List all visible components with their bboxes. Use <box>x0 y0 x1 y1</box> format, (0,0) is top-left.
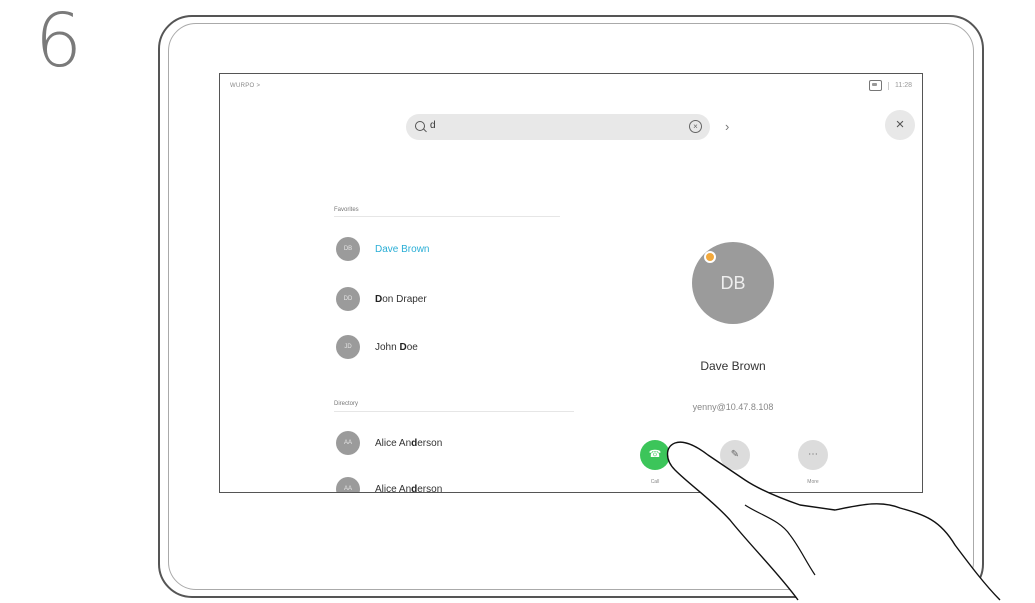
contact-detail-name: Dave Brown <box>700 359 766 373</box>
call-button[interactable]: ☎ <box>640 440 670 470</box>
favorite-star-icon <box>704 251 716 263</box>
search-input[interactable] <box>430 120 670 131</box>
phone-icon: ☎ <box>648 449 662 460</box>
favorite-item-john-doe[interactable]: JD John Doe <box>336 335 418 359</box>
step-number: 6 <box>35 0 83 84</box>
edit-button[interactable]: ✎ <box>720 440 750 470</box>
avatar: JD <box>336 335 360 359</box>
chevron-right-icon[interactable]: › <box>725 119 729 134</box>
clear-search-icon[interactable]: × <box>689 120 702 133</box>
more-button[interactable]: ⋯ <box>798 440 828 470</box>
directory-divider <box>334 411 574 412</box>
contact-name: Don Draper <box>375 293 427 305</box>
contact-name: Alice Anderson <box>375 483 443 493</box>
search-icon <box>415 121 425 131</box>
directory-item[interactable]: AA Alice Anderson <box>336 431 442 455</box>
search-bar[interactable]: × <box>406 114 710 140</box>
contact-name: John Doe <box>375 341 418 353</box>
pencil-icon: ✎ <box>730 449 740 460</box>
avatar: DB <box>336 237 360 261</box>
status-divider <box>888 81 889 90</box>
more-label: More <box>807 479 819 485</box>
contact-name: Alice Anderson <box>375 437 443 449</box>
favorite-item-dave-brown[interactable]: DB Dave Brown <box>336 237 429 261</box>
clock: 11:28 <box>895 82 912 89</box>
status-bar-right: 11:28 <box>869 80 912 91</box>
favorites-divider <box>334 216 560 217</box>
directory-item[interactable]: AA Alice Anderson <box>336 477 443 493</box>
contact-name: Dave Brown <box>375 243 430 255</box>
camera-icon[interactable] <box>869 80 882 91</box>
more-icon: ⋯ <box>808 449 818 460</box>
avatar: DD <box>336 287 360 311</box>
directory-header: Directory <box>334 401 359 407</box>
favorite-item-don-draper[interactable]: DD Don Draper <box>336 287 427 311</box>
avatar: AA <box>336 477 360 492</box>
avatar: AA <box>336 431 360 455</box>
close-button[interactable]: × <box>885 110 915 140</box>
contact-detail-address: yenny@10.47.8.108 <box>692 402 774 412</box>
call-label: Call <box>650 479 660 485</box>
device-screen: WURPO > 11:28 × › × Favorites DB Dave Br… <box>219 73 923 493</box>
status-bar-label: WURPO > <box>230 83 261 89</box>
favorites-header: Favorites <box>334 207 359 213</box>
